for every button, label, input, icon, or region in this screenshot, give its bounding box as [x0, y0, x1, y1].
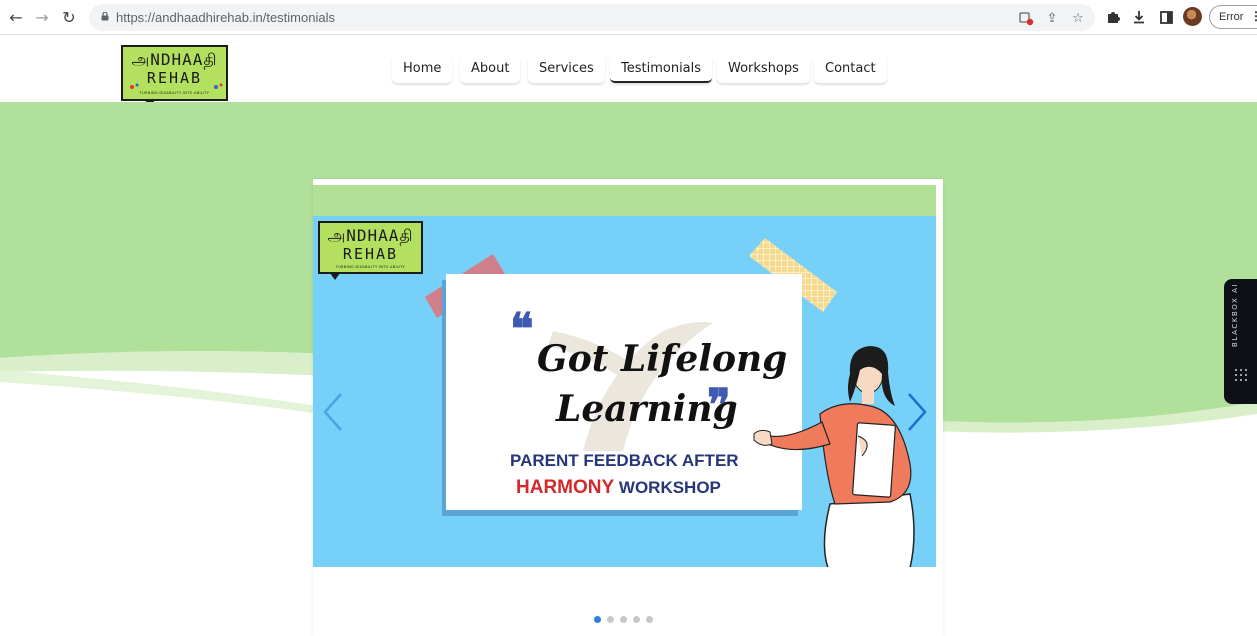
extensions-puzzle-icon[interactable] [1102, 6, 1124, 28]
close-quote-icon: ❞ [707, 380, 731, 431]
slide-logo-line2: REHAB [342, 245, 399, 263]
url-text[interactable]: https://andhaadhirehab.in/testimonials [116, 10, 335, 25]
forward-icon[interactable]: → [31, 6, 53, 28]
side-panel-icon[interactable] [1155, 6, 1177, 28]
translate-blocked-icon[interactable] [1017, 9, 1035, 27]
nav-about[interactable]: About [460, 55, 521, 83]
nav-contact-label: Contact [825, 61, 876, 76]
bookmark-star-icon[interactable]: ☆ [1069, 9, 1087, 27]
blackbox-logo-icon [1235, 369, 1247, 381]
carousel-dot-2[interactable] [607, 616, 614, 623]
carousel-dot-3[interactable] [620, 616, 627, 623]
carousel-next-arrow-icon[interactable] [905, 392, 929, 432]
slide-subtitle-rest: WORKSHOP [614, 478, 721, 497]
carousel-dot-1[interactable] [594, 616, 601, 623]
nav-workshops-label: Workshops [728, 61, 799, 76]
nav-testimonials[interactable]: Testimonials [610, 55, 713, 83]
slide-logo: அNDHAAதி REHAB TURNING DISABILITY INTO A… [318, 221, 423, 280]
blackbox-ai-label: BLACKBOX AI [1231, 282, 1239, 347]
slide-logo-tagline: TURNING DISABILITY INTO ABILITY [335, 265, 406, 269]
lock-icon [101, 12, 109, 21]
logo-tagline: TURNING DISABILITY INTO ABILITY [139, 91, 210, 95]
kebab-menu-icon[interactable]: ⋮ [1250, 9, 1257, 23]
reload-icon[interactable]: ↻ [58, 6, 80, 28]
slide-logo-tail [330, 273, 340, 280]
logo-text-line1: அNDHAAதி [131, 50, 218, 69]
dancer-silhouette-watermark [548, 322, 713, 451]
browser-error-button[interactable]: Error ⋮ [1209, 5, 1257, 29]
carousel-dot-4[interactable] [633, 616, 640, 623]
error-label: Error [1219, 11, 1244, 23]
testimonial-carousel: அNDHAAதி REHAB TURNING DISABILITY INTO A… [313, 179, 943, 636]
side-panel-glyph [1159, 10, 1173, 24]
slide-logo-line1: அNDHAAதி [327, 226, 414, 245]
teacher-illustration [753, 346, 915, 567]
carousel-top-band [313, 185, 936, 216]
browser-toolbar: ← → ↻ https://andhaadhirehab.in/testimon… [0, 0, 1257, 35]
profile-avatar[interactable] [1183, 7, 1202, 26]
carousel-slide: அNDHAAதி REHAB TURNING DISABILITY INTO A… [313, 216, 936, 567]
nav-services[interactable]: Services [528, 55, 605, 83]
site-logo[interactable]: அNDHAAதி REHAB TURNING DISABILITY INTO A… [121, 45, 228, 107]
nav-services-label: Services [539, 61, 594, 76]
download-icon[interactable] [1128, 6, 1150, 28]
open-quote-icon: ❝ [510, 304, 534, 355]
translate-blocked-glyph [1018, 11, 1033, 25]
slide-subtitle-highlight: HARMONY [516, 477, 615, 498]
puzzle-glyph [1108, 12, 1120, 23]
carousel-prev-arrow-icon[interactable] [321, 392, 345, 432]
download-glyph [1134, 11, 1144, 24]
carousel-dot-5[interactable] [646, 616, 653, 623]
nav-workshops[interactable]: Workshops [717, 55, 810, 83]
slide-subtitle-line2: HARMONY WORKSHOP [516, 477, 721, 499]
nav-about-label: About [471, 61, 510, 76]
slide-subtitle-line1: PARENT FEEDBACK AFTER [510, 451, 739, 470]
back-icon[interactable]: ← [5, 6, 27, 28]
nav-testimonials-label: Testimonials [621, 61, 702, 76]
nav-home[interactable]: Home [392, 55, 453, 83]
logo-paint-dots [130, 83, 223, 89]
nav-home-label: Home [403, 61, 442, 76]
share-icon[interactable]: ⇪ [1043, 9, 1061, 27]
blackbox-ai-side-tab[interactable]: BLACKBOX AI [1224, 279, 1257, 404]
site-header: அNDHAAதி REHAB TURNING DISABILITY INTO A… [0, 36, 1257, 107]
address-bar[interactable]: https://andhaadhirehab.in/testimonials ⇪… [89, 4, 1095, 31]
nav-contact[interactable]: Contact [814, 55, 887, 83]
